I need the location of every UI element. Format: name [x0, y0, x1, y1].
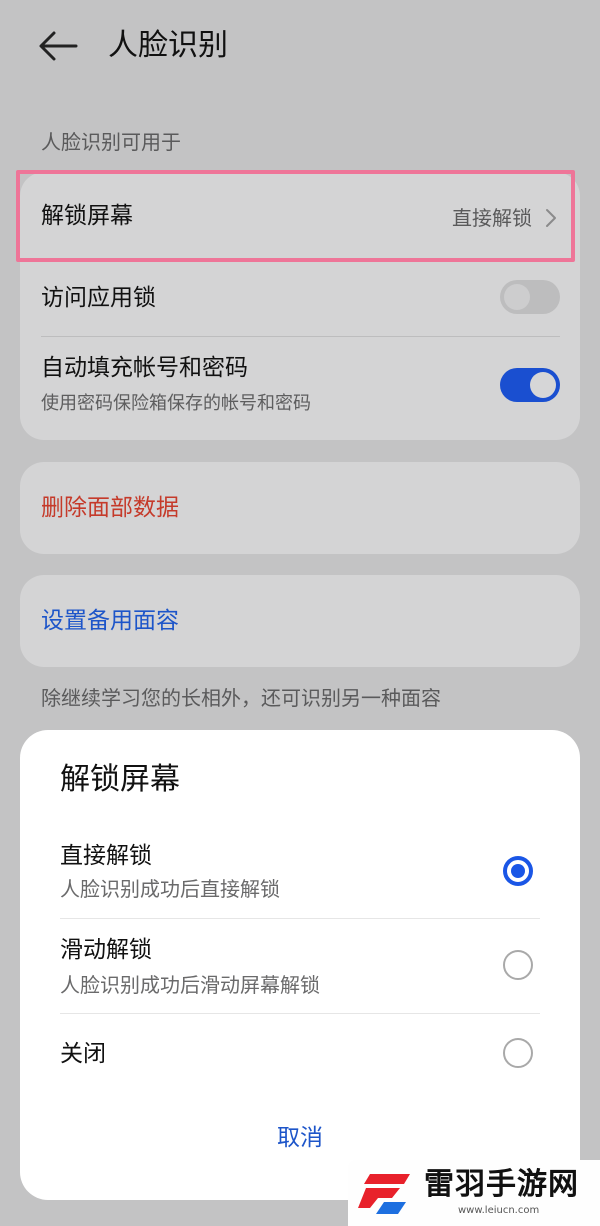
option-swipe-unlock-label[interactable]: 滑动解锁: [60, 934, 152, 966]
alternate-face-hint: 除继续学习您的长相外，还可识别另一种面容: [41, 686, 441, 710]
radio-swipe-unlock[interactable]: [503, 950, 533, 980]
set-alternate-face-button[interactable]: 设置备用面容: [41, 605, 179, 637]
option-direct-unlock-label[interactable]: 直接解锁: [60, 840, 152, 872]
app-lock-toggle[interactable]: [500, 280, 560, 314]
cancel-button[interactable]: 取消: [20, 1122, 580, 1154]
radio-direct-unlock[interactable]: [503, 856, 533, 886]
autofill-toggle[interactable]: [500, 368, 560, 402]
autofill-description: 使用密码保险箱保存的帐号和密码: [41, 393, 311, 414]
page-title: 人脸识别: [108, 28, 228, 63]
option-off-label[interactable]: 关闭: [60, 1038, 106, 1070]
watermark: 雷羽手游网 www.leiucn.com: [348, 1160, 600, 1226]
app-lock-label: 访问应用锁: [41, 285, 156, 311]
delete-face-data-button[interactable]: 删除面部数据: [41, 492, 179, 524]
divider: [60, 918, 540, 919]
unlock-mode-sheet: 解锁屏幕 直接解锁 人脸识别成功后直接解锁 滑动解锁 人脸识别成功后滑动屏幕解锁…: [20, 730, 580, 1200]
highlight-box: [16, 170, 575, 262]
site-logo-icon: [358, 1174, 410, 1214]
divider: [60, 1013, 540, 1014]
sheet-title: 解锁屏幕: [60, 762, 180, 797]
app-lock-row[interactable]: 访问应用锁: [20, 256, 580, 336]
autofill-label: 自动填充帐号和密码: [41, 355, 248, 381]
autofill-row[interactable]: 自动填充帐号和密码 使用密码保险箱保存的帐号和密码: [20, 336, 580, 440]
option-swipe-unlock-description: 人脸识别成功后滑动屏幕解锁: [60, 973, 320, 997]
watermark-text: 雷羽手游网: [424, 1167, 579, 1202]
delete-face-card[interactable]: 删除面部数据: [20, 462, 580, 554]
alternate-face-card[interactable]: 设置备用面容: [20, 575, 580, 667]
radio-off[interactable]: [503, 1038, 533, 1068]
option-direct-unlock-description: 人脸识别成功后直接解锁: [60, 877, 280, 901]
section-label: 人脸识别可用于: [41, 130, 181, 154]
watermark-url: www.leiucn.com: [458, 1205, 540, 1216]
back-arrow-icon[interactable]: [36, 26, 80, 66]
